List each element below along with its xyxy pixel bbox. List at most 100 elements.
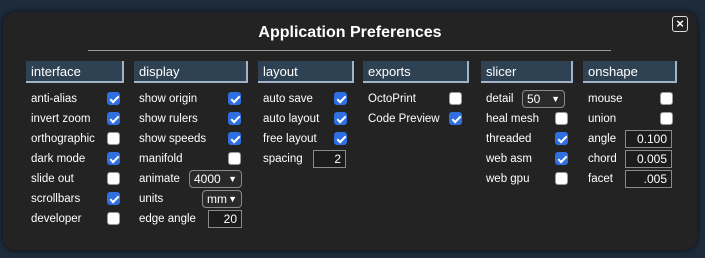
- web-gpu-checkbox[interactable]: [555, 172, 568, 185]
- pref-chord: chord 0.005: [583, 149, 677, 169]
- pref-facet: facet .005: [583, 169, 677, 189]
- pref-label: manifold: [139, 153, 183, 165]
- pref-dark-mode[interactable]: dark mode: [26, 149, 124, 169]
- pref-union[interactable]: union: [583, 109, 677, 129]
- pref-label: show origin: [139, 93, 198, 105]
- pref-label: units: [139, 193, 164, 205]
- pref-label: edge angle: [139, 213, 196, 225]
- angle-input[interactable]: 0.100: [625, 130, 672, 148]
- layout-section: layout auto save auto layout free layout…: [258, 61, 354, 169]
- show-speeds-checkbox[interactable]: [228, 132, 241, 145]
- pref-label: orthographic: [31, 133, 95, 145]
- pref-web-gpu[interactable]: web gpu: [481, 169, 573, 189]
- pref-edge-angle: edge angle 20: [134, 209, 248, 229]
- manifold-checkbox[interactable]: [228, 152, 241, 165]
- pref-label: auto layout: [263, 113, 320, 125]
- pref-show-speeds[interactable]: show speeds: [134, 129, 248, 149]
- pref-mouse[interactable]: mouse: [583, 89, 677, 109]
- pref-spacing: spacing 2: [258, 149, 354, 169]
- mouse-checkbox[interactable]: [660, 92, 673, 105]
- chord-input[interactable]: 0.005: [625, 150, 672, 168]
- scrollbars-checkbox[interactable]: [107, 192, 120, 205]
- pref-label: invert zoom: [31, 113, 91, 125]
- pref-show-rulers[interactable]: show rulers: [134, 109, 248, 129]
- auto-layout-checkbox[interactable]: [334, 112, 347, 125]
- pref-label: web gpu: [486, 173, 530, 185]
- edge-angle-input[interactable]: 20: [208, 210, 242, 228]
- detail-select[interactable]: 50 ▼: [522, 90, 565, 108]
- show-origin-checkbox[interactable]: [228, 92, 241, 105]
- dialog-title: Application Preferences: [258, 24, 442, 41]
- pref-manifold[interactable]: manifold: [134, 149, 248, 169]
- pref-octoprint[interactable]: OctoPrint: [363, 89, 469, 109]
- pref-anti-alias[interactable]: anti-alias: [26, 89, 124, 109]
- slide-out-checkbox[interactable]: [107, 172, 120, 185]
- pref-label: spacing: [263, 153, 303, 165]
- select-value: 4000: [194, 172, 221, 186]
- pref-scrollbars[interactable]: scrollbars: [26, 189, 124, 209]
- pref-detail: detail 50 ▼: [481, 89, 573, 109]
- pref-orthographic[interactable]: orthographic: [26, 129, 124, 149]
- chevron-down-icon: ▼: [228, 174, 237, 184]
- pref-heal-mesh[interactable]: heal mesh: [481, 109, 573, 129]
- pref-label: slide out: [31, 173, 74, 185]
- units-select[interactable]: mm ▼: [202, 190, 242, 208]
- pref-show-origin[interactable]: show origin: [134, 89, 248, 109]
- pref-label: anti-alias: [31, 93, 78, 105]
- exports-header: exports: [363, 61, 469, 83]
- web-asm-checkbox[interactable]: [555, 152, 568, 165]
- facet-input[interactable]: .005: [625, 170, 672, 188]
- pref-label: developer: [31, 213, 82, 225]
- title-divider: [88, 50, 611, 51]
- orthographic-checkbox[interactable]: [107, 132, 120, 145]
- pref-auto-layout[interactable]: auto layout: [258, 109, 354, 129]
- pref-slide-out[interactable]: slide out: [26, 169, 124, 189]
- pref-label: OctoPrint: [368, 93, 416, 105]
- spacing-input[interactable]: 2: [313, 150, 346, 168]
- free-layout-checkbox[interactable]: [334, 132, 347, 145]
- pref-auto-save[interactable]: auto save: [258, 89, 354, 109]
- preferences-dialog: × Application Preferences interface anti…: [3, 12, 697, 250]
- pref-code-preview[interactable]: Code Preview: [363, 109, 469, 129]
- pref-label: show rulers: [139, 113, 198, 125]
- octoprint-checkbox[interactable]: [449, 92, 462, 105]
- pref-label: heal mesh: [486, 113, 540, 125]
- animate-select[interactable]: 4000 ▼: [189, 170, 242, 188]
- dark-mode-checkbox[interactable]: [107, 152, 120, 165]
- slicer-section: slicer detail 50 ▼ heal mesh threaded web …: [481, 61, 573, 189]
- display-header: display: [134, 61, 248, 83]
- pref-label: facet: [588, 173, 613, 185]
- pref-label: scrollbars: [31, 193, 81, 205]
- auto-save-checkbox[interactable]: [334, 92, 347, 105]
- pref-threaded[interactable]: threaded: [481, 129, 573, 149]
- anti-alias-checkbox[interactable]: [107, 92, 120, 105]
- code-preview-checkbox[interactable]: [449, 112, 462, 125]
- pref-free-layout[interactable]: free layout: [258, 129, 354, 149]
- pref-label: auto save: [263, 93, 313, 105]
- select-value: mm: [207, 192, 227, 206]
- pref-label: free layout: [263, 133, 317, 145]
- pref-developer[interactable]: developer: [26, 209, 124, 229]
- select-value: 50: [527, 92, 541, 106]
- interface-section: interface anti-alias invert zoom orthogr…: [26, 61, 124, 229]
- pref-units: units mm ▼: [134, 189, 248, 209]
- threaded-checkbox[interactable]: [555, 132, 568, 145]
- union-checkbox[interactable]: [660, 112, 673, 125]
- pref-web-asm[interactable]: web asm: [481, 149, 573, 169]
- slicer-header: slicer: [481, 61, 573, 83]
- pref-angle: angle 0.100: [583, 129, 677, 149]
- pref-label: angle: [588, 133, 617, 145]
- pref-invert-zoom[interactable]: invert zoom: [26, 109, 124, 129]
- chevron-down-icon: ▼: [228, 194, 237, 204]
- developer-checkbox[interactable]: [107, 212, 120, 225]
- onshape-header: onshape: [583, 61, 677, 83]
- pref-label: mouse: [588, 93, 623, 105]
- pref-label: chord: [588, 153, 617, 165]
- pref-animate: animate 4000 ▼: [134, 169, 248, 189]
- pref-label: detail: [486, 93, 514, 105]
- invert-zoom-checkbox[interactable]: [107, 112, 120, 125]
- show-rulers-checkbox[interactable]: [228, 112, 241, 125]
- heal-mesh-checkbox[interactable]: [555, 112, 568, 125]
- exports-section: exports OctoPrint Code Preview: [363, 61, 469, 129]
- layout-header: layout: [258, 61, 354, 83]
